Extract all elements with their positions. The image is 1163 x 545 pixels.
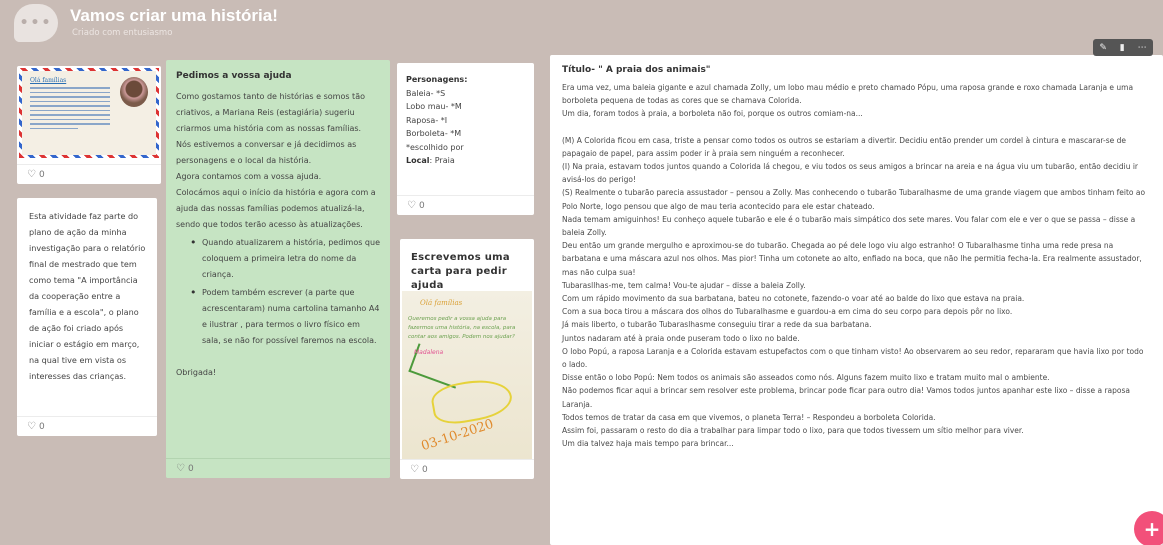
- like-count: 0: [38, 422, 45, 432]
- board-header: ••• Vamos criar uma história! Criado com…: [0, 0, 1163, 48]
- story-paragraph: Com a sua boca tirou a máscara dos olhos…: [562, 307, 1013, 317]
- post-card-letter-image[interactable]: Olá famílias ♡ 0: [17, 66, 161, 184]
- post-card-story[interactable]: Título- " A praia dos animais" Era uma v…: [550, 55, 1163, 545]
- like-count: 0: [418, 201, 425, 211]
- children-drawing-image[interactable]: Olá famílias Queremos pedir a vossa ajud…: [402, 291, 532, 459]
- bullet-item: Quando atualizarem a história, pedimos q…: [176, 235, 380, 283]
- local-label: Local: [406, 156, 430, 165]
- story-paragraph: (M) A Colorida ficou em casa, triste a p…: [562, 135, 1127, 158]
- characters-label: Personagens:: [406, 75, 468, 84]
- drawing-heading: Olá famílias: [420, 299, 463, 307]
- post-body: Personagens: Baleia- *S Lobo mau- *M Rap…: [397, 63, 534, 168]
- heart-icon[interactable]: ♡: [410, 464, 419, 475]
- letter-image[interactable]: Olá famílias: [19, 68, 159, 158]
- board-avatar-icon: •••: [14, 4, 58, 42]
- story-paragraph: Era uma vez, uma baleia gigante e azul c…: [562, 83, 1134, 106]
- story-paragraph: Assim foi, passaram o resto do dia a tra…: [562, 426, 1024, 436]
- heart-icon[interactable]: ♡: [176, 463, 185, 474]
- story-paragraph: Não podemos ficar aqui a brincar sem res…: [562, 386, 1130, 409]
- post-card-intro[interactable]: Esta atividade faz parte do plano de açã…: [17, 198, 157, 436]
- heart-icon[interactable]: ♡: [27, 169, 36, 180]
- drawing-signature: Madalena: [414, 349, 444, 356]
- story-paragraph: Deu então um grande mergulho e aproximou…: [562, 241, 1142, 277]
- page-title: Vamos criar uma história!: [70, 6, 278, 25]
- story-paragraph: Já mais liberto, o tubarão Tubaraslhasme…: [562, 320, 872, 330]
- heart-icon[interactable]: ♡: [407, 200, 416, 211]
- story-paragraph: (S) Realmente o tubarão parecia assustad…: [562, 188, 1146, 211]
- pencil-icon[interactable]: ✎: [1099, 43, 1107, 53]
- story-paragraph: Tubarasllhas-me, tem calma! Vou-te ajuda…: [562, 280, 806, 290]
- like-count: 0: [187, 464, 194, 474]
- post-card-help[interactable]: Pedimos a vossa ajuda Como gostamos tant…: [166, 60, 390, 478]
- more-icon[interactable]: ⋯: [1138, 43, 1147, 53]
- post-title: Pedimos a vossa ajuda: [176, 71, 292, 81]
- letter-text-lines: [30, 87, 110, 132]
- paragraph: Como gostamos tanto de histórias e somos…: [176, 92, 365, 133]
- card-footer: ♡ 0: [400, 459, 534, 479]
- story-paragraph: (I) Na praia, estavam todos juntos quand…: [562, 162, 1138, 185]
- heart-icon[interactable]: ♡: [27, 421, 36, 432]
- page-subtitle: Criado com entusiasmo: [72, 28, 173, 38]
- bullet-list: Quando atualizarem a história, pedimos q…: [176, 235, 380, 349]
- post-text: Esta atividade faz parte do plano de açã…: [29, 211, 146, 381]
- thanks-text: Obrigada!: [176, 368, 217, 377]
- card-footer: ♡ 0: [397, 195, 534, 215]
- like-count: 0: [421, 465, 428, 475]
- story-body: Era uma vez, uma baleia gigante e azul c…: [550, 75, 1163, 450]
- bullet-item: Podem também escrever (a parte que acres…: [176, 285, 380, 349]
- local-value: : Praia: [429, 156, 455, 165]
- card-footer: ♡ 0: [17, 416, 157, 436]
- post-card-letter-drawing[interactable]: Escrevemos uma carta para pedir ajuda Ol…: [400, 239, 534, 479]
- story-paragraph: Um dia, foram todos à praia, a borboleta…: [562, 109, 863, 119]
- drawing-text: Queremos pedir a vossa ajuda para fazerm…: [408, 316, 516, 340]
- story-paragraph: Todos temos de tratar da casa em que viv…: [562, 412, 936, 422]
- story-paragraph: Juntos nadaram até à praia onde puseram …: [562, 333, 800, 343]
- story-paragraph: Disse então o lobo Popú: Nem todos os an…: [562, 373, 1050, 383]
- post-card-characters[interactable]: Personagens: Baleia- *S Lobo mau- *M Rap…: [397, 63, 534, 215]
- post-toolbar: ✎ ▮ ⋯: [1093, 39, 1153, 56]
- story-paragraph: Um dia talvez haja mais tempo para brinc…: [562, 439, 734, 449]
- trash-icon[interactable]: ▮: [1120, 43, 1125, 53]
- teacher-photo: [120, 77, 148, 107]
- paragraph: Colocámos aqui o início da história e ag…: [176, 188, 376, 229]
- story-paragraph: Com um rápido movimento da sua barbatana…: [562, 294, 1025, 304]
- paragraph: Nós estivemos a conversar e já decidimos…: [176, 140, 357, 165]
- card-footer: ♡ 0: [17, 164, 161, 184]
- paragraph: Agora contamos com a vossa ajuda.: [176, 172, 322, 181]
- post-body: Como gostamos tanto de histórias e somos…: [166, 81, 390, 381]
- story-paragraph: O lobo Popú, a raposa Laranja e a Colori…: [562, 346, 1144, 370]
- story-paragraph: Nada temam amiguinhos! Eu conheço aquele…: [562, 214, 1136, 238]
- card-footer: ♡ 0: [166, 458, 390, 478]
- add-post-button[interactable]: +: [1134, 511, 1163, 545]
- post-title: Título- " A praia dos animais": [562, 65, 711, 75]
- characters-list: Baleia- *S Lobo mau- *M Raposa- *I Borbo…: [406, 88, 464, 152]
- letter-image-caption: Olá famílias: [30, 77, 67, 84]
- post-title: Escrevemos uma carta para pedir ajuda: [411, 252, 510, 291]
- like-count: 0: [38, 170, 45, 180]
